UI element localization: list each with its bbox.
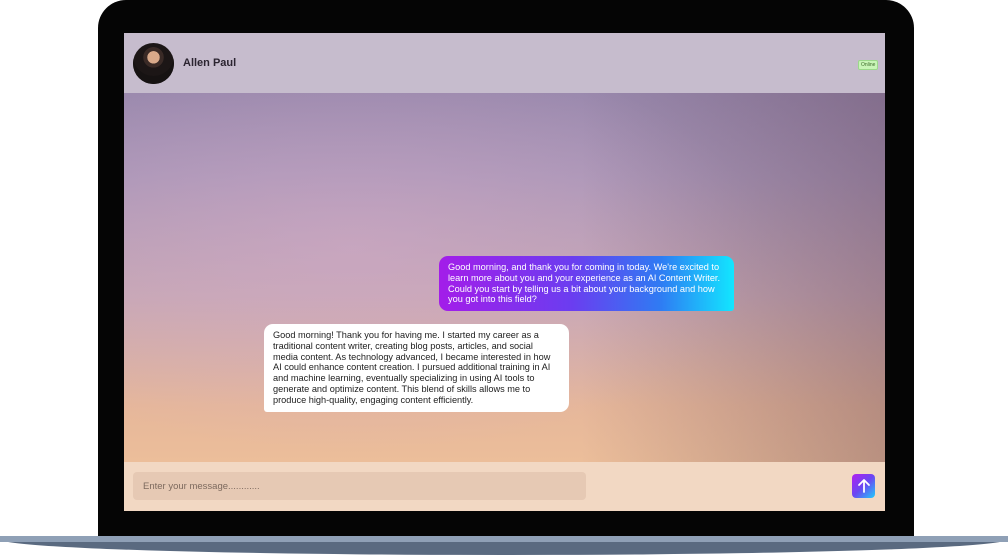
message-incoming: Good morning! Thank you for having me. I…	[264, 324, 569, 412]
message-input[interactable]	[133, 472, 586, 500]
chat-screen: Allen Paul Online Good morning, and than…	[124, 33, 885, 511]
send-button[interactable]	[852, 474, 875, 498]
arrow-up-icon	[857, 479, 870, 493]
message-outgoing: Good morning, and thank you for coming i…	[439, 256, 734, 312]
chat-header: Allen Paul Online	[124, 33, 885, 93]
avatar[interactable]	[133, 43, 174, 84]
laptop-base-edge	[0, 536, 1008, 542]
contact-name: Allen Paul	[183, 57, 237, 69]
status-badge: Online	[858, 60, 879, 70]
composer-bar	[124, 462, 885, 511]
